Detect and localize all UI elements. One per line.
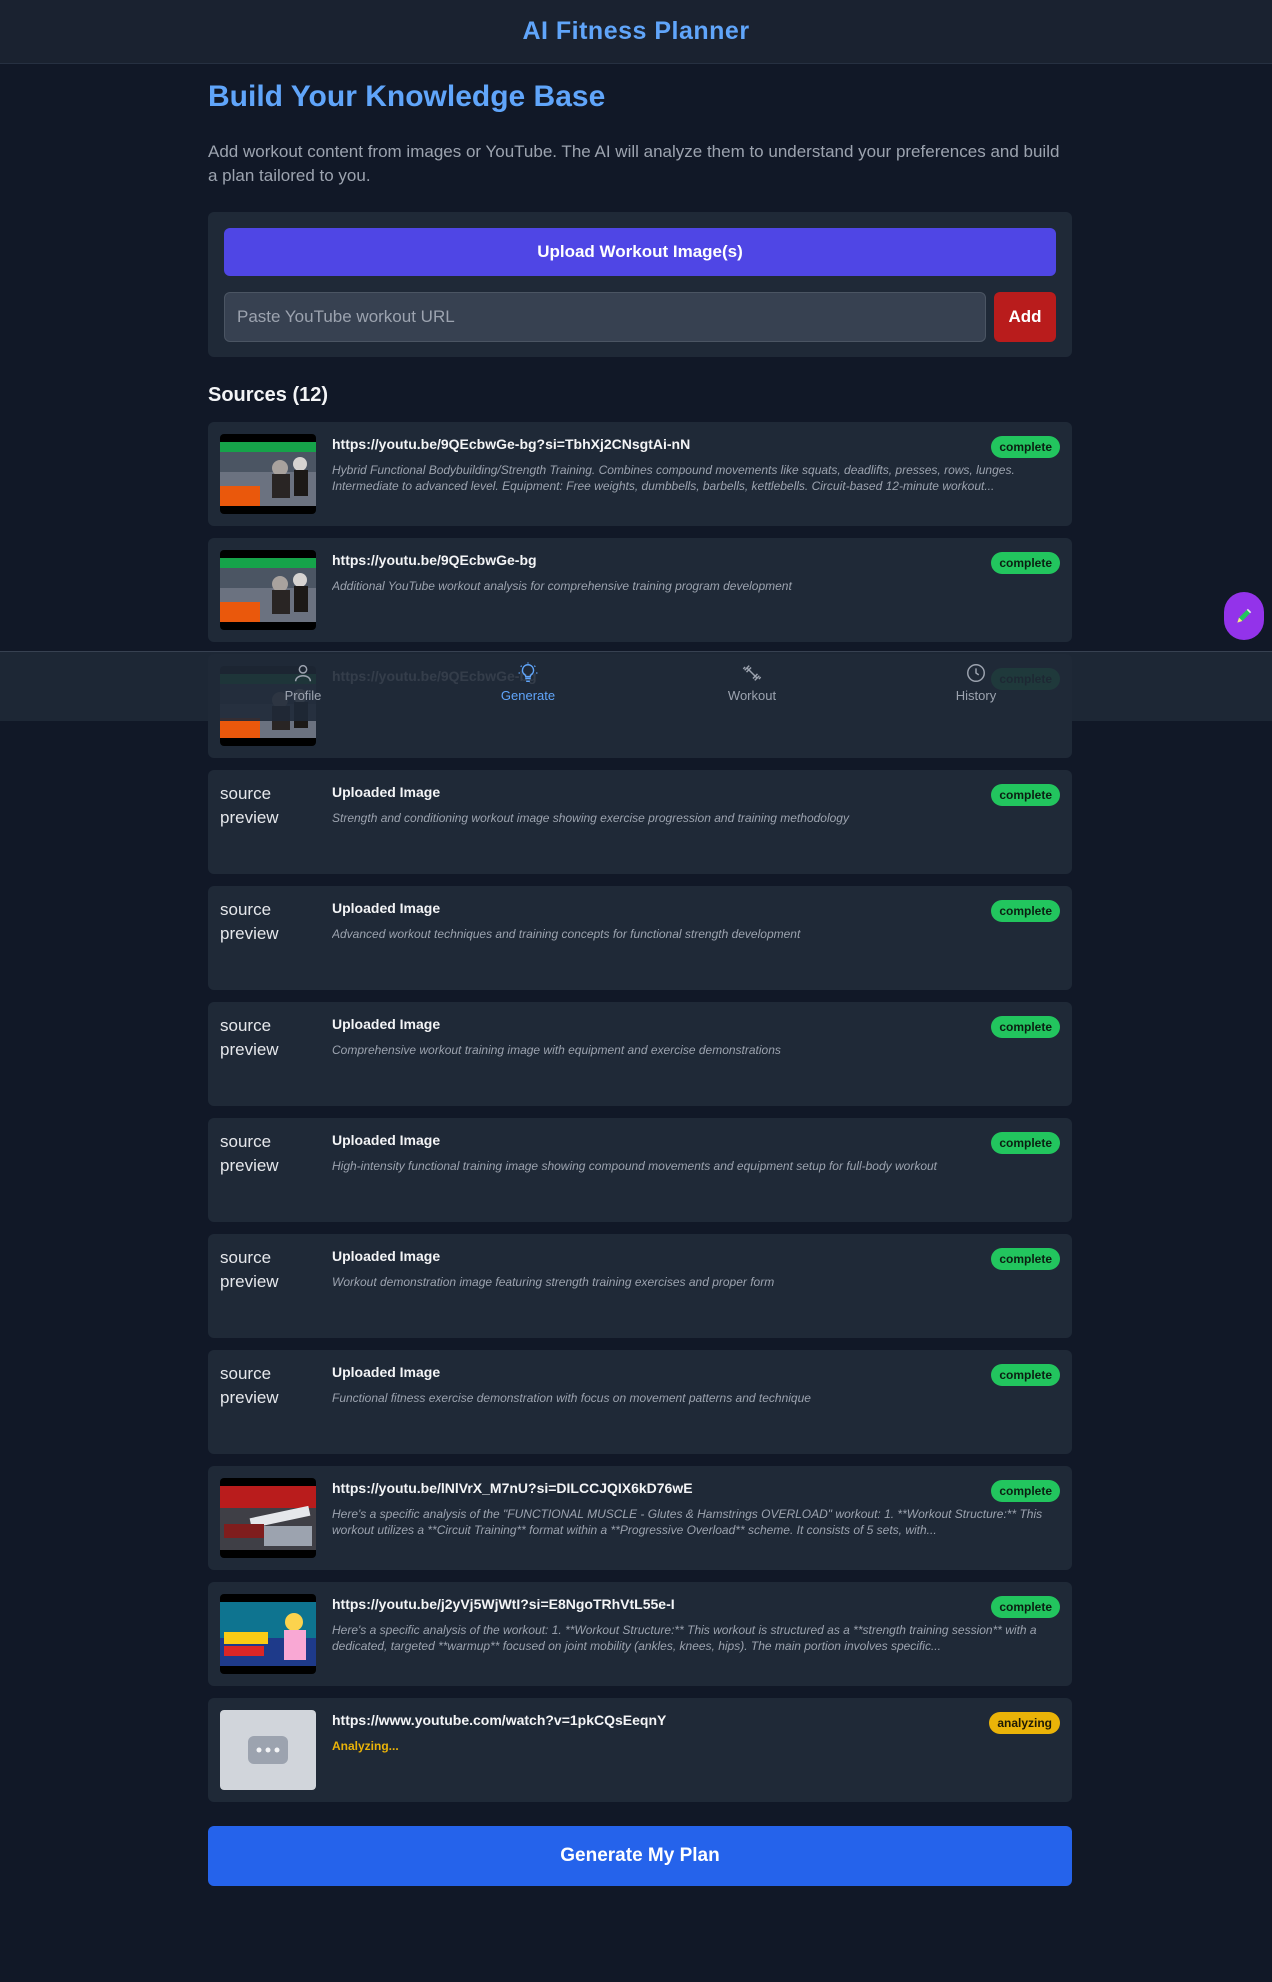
page-intro: Add workout content from images or YouTu… <box>208 142 1060 185</box>
source-title: Uploaded Image <box>332 1016 441 1032</box>
source-title: https://www.youtube.com/watch?v=1pkCQsEe… <box>332 1712 667 1728</box>
source-card[interactable]: https://youtu.be/lNlVrX_M7nU?si=DILCCJQI… <box>208 1466 1072 1570</box>
status-badge: complete <box>991 784 1060 806</box>
source-preview-image: source preview <box>220 1016 279 1059</box>
sources-heading: Sources (12) <box>208 384 329 406</box>
lightbulb-icon <box>518 662 538 682</box>
app-title: AI Fitness Planner <box>522 17 750 45</box>
source-card[interactable]: https://youtu.be/9QEcbwGe-bg?si=TbhXj2CN… <box>208 422 1072 526</box>
source-title: https://youtu.be/9QEcbwGe-bg <box>332 552 537 568</box>
source-input-panel: Upload Workout Image(s) Add <box>208 212 1072 357</box>
source-preview-image: source preview <box>220 1132 279 1175</box>
status-badge: complete <box>991 1364 1060 1386</box>
source-card[interactable]: https://www.youtube.com/watch?v=1pkCQsEe… <box>208 1698 1072 1802</box>
nav-item-history[interactable]: History <box>916 662 1036 712</box>
source-preview-image: source preview <box>220 784 279 827</box>
source-card[interactable]: https://youtu.be/9QEcbwGe-bg Additional Y… <box>208 538 1072 642</box>
source-description: Advanced workout techniques and training… <box>332 927 801 941</box>
status-badge: complete <box>991 1132 1060 1154</box>
generate-plan-button[interactable]: Generate My Plan <box>208 1826 1072 1886</box>
source-title: https://youtu.be/j2yVj5WjWtI?si=E8NgoTRh… <box>332 1596 675 1612</box>
youtube-url-input[interactable] <box>224 292 986 342</box>
nav-label-history: History <box>955 688 997 703</box>
page-title: Build Your Knowledge Base <box>208 80 606 113</box>
source-thumbnail <box>220 550 316 630</box>
pencil-icon <box>1237 608 1252 623</box>
source-card[interactable]: source preview Uploaded Image Functional f… <box>208 1350 1072 1454</box>
source-title: Uploaded Image <box>332 784 441 800</box>
status-badge: complete <box>991 552 1060 574</box>
source-title: Uploaded Image <box>332 1132 441 1148</box>
source-preview-image: source preview <box>220 1364 279 1407</box>
user-icon <box>294 664 312 682</box>
source-card[interactable]: source preview Uploaded Image High-intensi… <box>208 1118 1072 1222</box>
nav-label-profile: Profile <box>284 688 322 703</box>
source-thumbnail <box>220 1478 316 1558</box>
source-description: High-intensity functional training image… <box>332 1159 937 1173</box>
source-thumbnail <box>220 1710 316 1790</box>
clock-icon <box>967 664 985 682</box>
source-card[interactable]: source preview Uploaded Image Comprehensiv… <box>208 1002 1072 1106</box>
add-url-button[interactable]: Add <box>994 292 1056 342</box>
status-badge: complete <box>991 1596 1060 1618</box>
status-badge: complete <box>991 1480 1060 1502</box>
source-description: Here's a specific analysis of the workou… <box>332 1623 1037 1653</box>
source-card[interactable]: source preview Uploaded Image Workout demo… <box>208 1234 1072 1338</box>
source-description: Here's a specific analysis of the "FUNCT… <box>332 1507 1043 1537</box>
source-card[interactable]: source preview Uploaded Image Advanced wor… <box>208 886 1072 990</box>
source-title: https://youtu.be/lNlVrX_M7nU?si=DILCCJQI… <box>332 1480 693 1496</box>
nav-item-workout[interactable]: Workout <box>692 662 812 712</box>
source-description: Hybrid Functional Bodybuilding/Strength … <box>332 463 1015 493</box>
source-card[interactable]: source preview Uploaded Image Strength and… <box>208 770 1072 874</box>
nav-item-generate[interactable]: Generate <box>468 662 588 712</box>
source-description: Analyzing... <box>332 1739 399 1753</box>
source-description: Functional fitness exercise demonstratio… <box>332 1391 811 1405</box>
source-preview-image: source preview <box>220 900 279 943</box>
upload-image-button[interactable]: Upload Workout Image(s) <box>224 228 1056 276</box>
source-description: Workout demonstration image featuring st… <box>332 1275 775 1289</box>
nav-label-workout: Workout <box>727 688 777 703</box>
dumbbell-icon <box>742 665 762 681</box>
status-badge: complete <box>991 436 1060 458</box>
source-description: Additional YouTube workout analysis for … <box>332 579 792 593</box>
source-description: Comprehensive workout training image wit… <box>332 1043 781 1057</box>
edit-fab-button[interactable] <box>1224 592 1264 640</box>
source-title: https://youtu.be/9QEcbwGe-bg?si=TbhXj2CN… <box>332 436 691 452</box>
bottom-nav: Profile Generate Workout History <box>0 651 1272 721</box>
status-badge: complete <box>991 900 1060 922</box>
status-badge: complete <box>991 1016 1060 1038</box>
nav-item-profile[interactable]: Profile <box>243 662 363 712</box>
status-badge: analyzing <box>989 1712 1060 1734</box>
source-title: Uploaded Image <box>332 1364 441 1380</box>
source-title: Uploaded Image <box>332 900 441 916</box>
source-thumbnail <box>220 1594 316 1674</box>
source-preview-image: source preview <box>220 1248 279 1291</box>
nav-label-generate: Generate <box>500 688 556 703</box>
status-badge: complete <box>991 1248 1060 1270</box>
source-thumbnail <box>220 434 316 514</box>
source-description: Strength and conditioning workout image … <box>332 811 849 825</box>
source-title: Uploaded Image <box>332 1248 441 1264</box>
source-card[interactable]: https://youtu.be/j2yVj5WjWtI?si=E8NgoTRh… <box>208 1582 1072 1686</box>
app-header: AI Fitness Planner <box>0 0 1272 64</box>
